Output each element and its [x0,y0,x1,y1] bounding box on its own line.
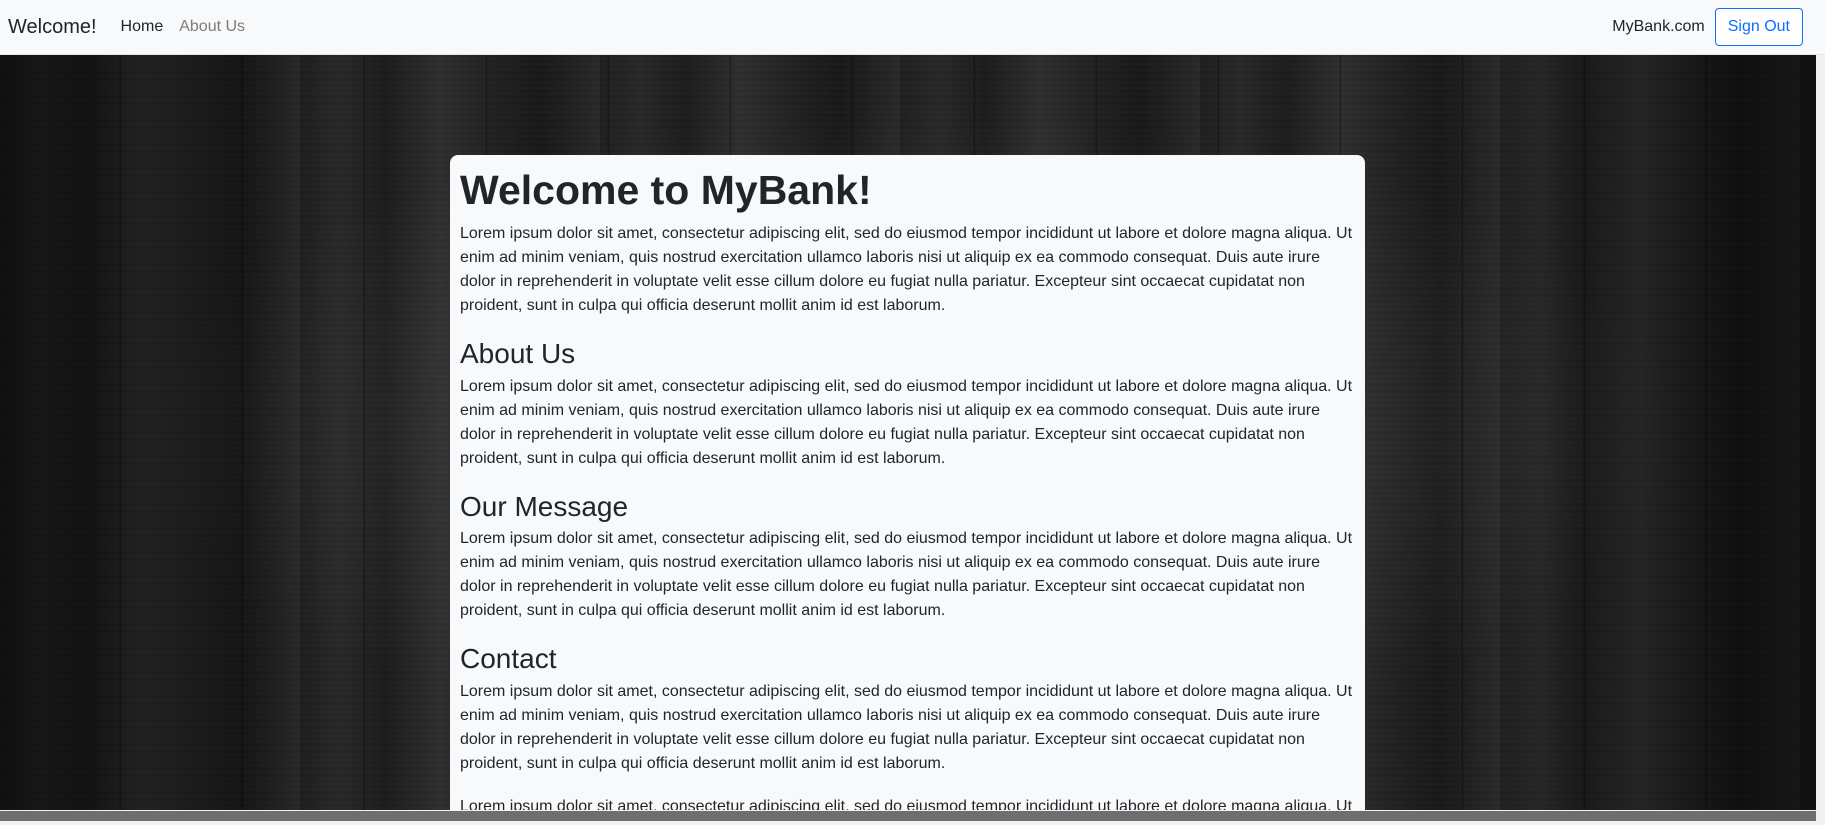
section-heading-our-message: Our Message [460,490,629,522]
vertical-scrollbar[interactable] [1816,55,1825,810]
site-label: MyBank.com [1612,18,1705,35]
page-title: Welcome to MyBank! [460,167,872,213]
section-heading-about-us: About Us [460,338,576,370]
top-navbar: Welcome! Home About Us MyBank.com Sign O… [0,0,1825,55]
section-text-contact: Lorem ipsum dolor sit amet, consectetur … [460,682,1353,772]
section-heading-contact: Contact [460,643,557,675]
content-card: Welcome to MyBank! Lorem ipsum dolor sit… [450,155,1365,810]
section-text-our-message: Lorem ipsum dolor sit amet, consectetur … [460,530,1353,620]
trailing-paragraph: Lorem ipsum dolor sit amet, consectetur … [460,797,1353,810]
sign-out-button[interactable]: Sign Out [1714,8,1803,46]
nav-link-about-us[interactable]: About Us [179,18,245,36]
horizontal-scrollbar-thumb[interactable] [0,811,1816,821]
wood-background: Welcome to MyBank! Lorem ipsum dolor sit… [0,55,1825,810]
navbar-brand[interactable]: Welcome! [8,16,97,39]
section-text-about-us: Lorem ipsum dolor sit amet, consectetur … [460,377,1353,467]
navbar-right-group: MyBank.com Sign Out [1612,8,1803,46]
nav-link-home[interactable]: Home [121,18,164,36]
intro-paragraph: Lorem ipsum dolor sit amet, consectetur … [460,225,1353,315]
